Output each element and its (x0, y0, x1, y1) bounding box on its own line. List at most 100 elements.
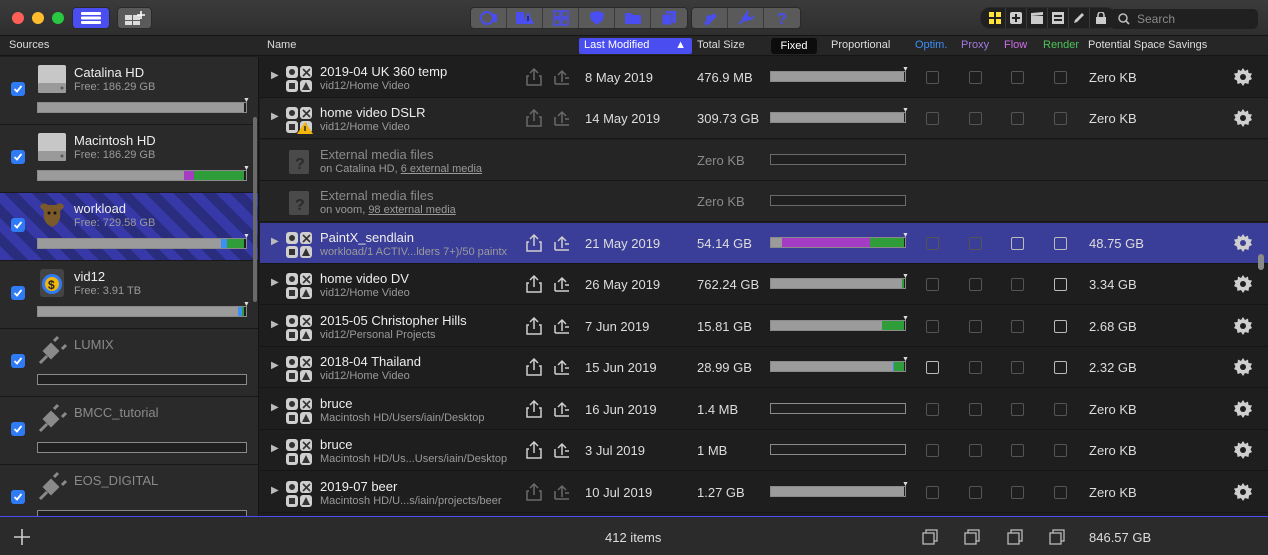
render-checkbox[interactable] (1054, 361, 1067, 374)
table-row[interactable]: ▶ 2018-04 Thailand vid12/Home Video 15 Jun … (260, 347, 1268, 388)
render-checkbox[interactable] (1054, 112, 1067, 125)
film-button[interactable] (1048, 8, 1069, 28)
disclosure-triangle[interactable]: ▶ (271, 70, 279, 81)
last-modified-column-header[interactable]: Last Modified ▲ (579, 38, 692, 54)
disclosure-triangle[interactable]: ▶ (271, 443, 279, 454)
source-checkbox[interactable] (11, 422, 25, 436)
table-row[interactable]: ▶ 2015-05 Christopher Hills vid12/Personal… (260, 306, 1268, 347)
source-item[interactable]: Catalina HD Free: 186.29 GB ▼ (0, 57, 258, 125)
table-row[interactable]: ▶ bruce Macintosh HD/Users/iain/Desktop 16 … (260, 389, 1268, 430)
name-column-header[interactable]: Name (267, 39, 296, 51)
flow-checkbox[interactable] (1011, 71, 1024, 84)
proxy-checkbox[interactable] (969, 112, 982, 125)
disclosure-triangle[interactable]: ▶ (271, 319, 279, 330)
pencil-button[interactable] (1069, 8, 1090, 28)
render-checkbox[interactable] (1054, 237, 1067, 250)
stack-icon[interactable] (922, 529, 938, 545)
share-icon[interactable] (525, 317, 543, 335)
plug-button[interactable] (728, 8, 764, 28)
help-button[interactable]: ? (764, 8, 800, 28)
move-icon[interactable] (553, 234, 571, 252)
disclosure-triangle[interactable]: ▶ (271, 360, 279, 371)
external-media-row[interactable]: ? External media files on Catalina HD, 6 e… (260, 140, 1268, 181)
source-checkbox[interactable] (11, 150, 25, 164)
flow-checkbox[interactable] (1011, 361, 1024, 374)
move-icon[interactable] (553, 68, 571, 86)
proxy-checkbox[interactable] (969, 278, 982, 291)
render-column-header[interactable]: Render (1043, 39, 1079, 51)
table-row[interactable]: ▶ bruce Macintosh HD/Us...Users/iain/Deskt… (260, 430, 1268, 471)
add-library-button[interactable] (117, 7, 152, 29)
share-icon[interactable] (525, 400, 543, 418)
total-size-column-header[interactable]: Total Size (697, 39, 745, 51)
render-checkbox[interactable] (1054, 320, 1067, 333)
source-item[interactable]: BMCC_tutorial (0, 397, 258, 465)
folder-button[interactable] (615, 8, 651, 28)
share-icon[interactable] (525, 441, 543, 459)
disclosure-triangle[interactable]: ▶ (271, 277, 279, 288)
library-button[interactable] (72, 7, 110, 29)
move-icon[interactable] (553, 275, 571, 293)
optim-checkbox[interactable] (926, 444, 939, 457)
add-source-button[interactable] (12, 527, 32, 547)
table-scrollbar[interactable] (1258, 254, 1264, 270)
gear-icon[interactable] (1234, 234, 1252, 252)
gear-icon[interactable] (1234, 441, 1252, 459)
shield-button[interactable] (579, 8, 615, 28)
flow-checkbox[interactable] (1011, 486, 1024, 499)
add-view-button[interactable] (1006, 8, 1027, 28)
table-row[interactable]: ▶ 2019-07 beer Macintosh HD/U...s/iain/pro… (260, 472, 1268, 513)
savings-column-header[interactable]: Potential Space Savings (1088, 39, 1207, 51)
camera-button[interactable] (471, 8, 507, 28)
grid-button[interactable] (543, 8, 579, 28)
source-checkbox[interactable] (11, 82, 25, 96)
render-checkbox[interactable] (1054, 444, 1067, 457)
move-icon[interactable] (553, 317, 571, 335)
share-icon[interactable] (525, 358, 543, 376)
move-icon[interactable] (553, 483, 571, 501)
proxy-checkbox[interactable] (969, 403, 982, 416)
source-checkbox[interactable] (11, 286, 25, 300)
disclosure-triangle[interactable]: ▶ (271, 402, 279, 413)
sidebar-scrollbar[interactable] (253, 117, 257, 302)
search-input[interactable] (1137, 12, 1247, 26)
clapper-button[interactable] (1027, 8, 1048, 28)
optim-checkbox[interactable] (926, 237, 939, 250)
optim-column-header[interactable]: Optim. (915, 39, 947, 51)
proxy-checkbox[interactable] (969, 486, 982, 499)
flow-checkbox[interactable] (1011, 403, 1024, 416)
flow-checkbox[interactable] (1011, 237, 1024, 250)
proxy-checkbox[interactable] (969, 444, 982, 457)
gear-icon[interactable] (1234, 68, 1252, 86)
lock-button[interactable] (1090, 8, 1111, 28)
optim-checkbox[interactable] (926, 486, 939, 499)
share-icon[interactable] (525, 483, 543, 501)
table-row[interactable]: ▶ home video DSLR vid12/Home Video 14 May 2… (260, 98, 1268, 139)
table-row[interactable]: ▶ home video DV vid12/Home Video 26 May 201… (260, 264, 1268, 305)
optim-checkbox[interactable] (926, 278, 939, 291)
optim-checkbox[interactable] (926, 71, 939, 84)
optim-checkbox[interactable] (926, 403, 939, 416)
gear-icon[interactable] (1234, 275, 1252, 293)
external-media-link[interactable]: 98 external media (368, 204, 455, 216)
zoom-window-button[interactable] (52, 12, 64, 24)
disclosure-triangle[interactable]: ▶ (271, 236, 279, 247)
close-window-button[interactable] (12, 12, 24, 24)
gear-icon[interactable] (1234, 109, 1252, 127)
gear-icon[interactable] (1234, 483, 1252, 501)
source-checkbox[interactable] (11, 354, 25, 368)
render-checkbox[interactable] (1054, 71, 1067, 84)
render-checkbox[interactable] (1054, 278, 1067, 291)
stack-icon[interactable] (964, 529, 980, 545)
source-item[interactable]: LUMIX (0, 329, 258, 397)
move-icon[interactable] (553, 400, 571, 418)
fixed-scale-button[interactable]: Fixed (771, 38, 817, 54)
share-icon[interactable] (525, 275, 543, 293)
source-checkbox[interactable] (11, 490, 25, 504)
source-item[interactable]: $ vid12 Free: 3.91 TB ▼ (0, 261, 258, 329)
copy-button[interactable] (651, 8, 687, 28)
table-row[interactable]: ▶ PaintX_sendlain workload/1 ACTIV...lders… (260, 223, 1268, 264)
archive-button[interactable] (692, 8, 728, 28)
gear-icon[interactable] (1234, 400, 1252, 418)
yellow-grid-button[interactable] (985, 8, 1006, 28)
